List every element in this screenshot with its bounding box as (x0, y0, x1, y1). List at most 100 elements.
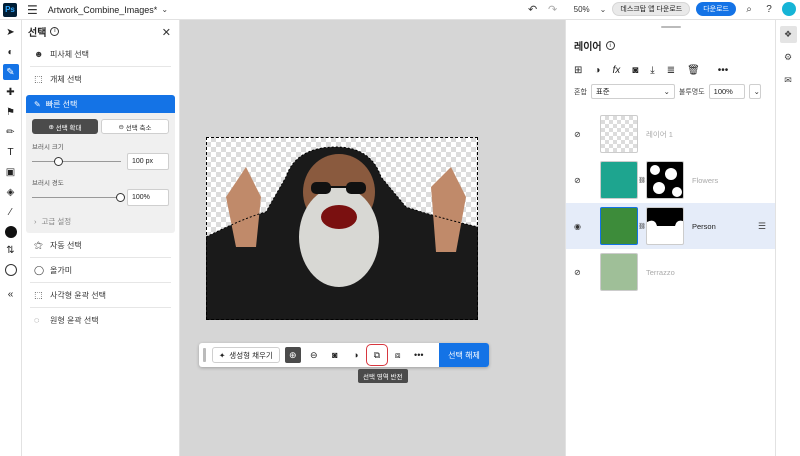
zoom-chevron-icon[interactable]: ⌄ (600, 5, 607, 14)
avatar[interactable] (782, 2, 796, 16)
hidden-eye-icon[interactable]: ⊘ (574, 268, 584, 277)
adjustment-layer-icon[interactable]: ◑ (594, 65, 600, 76)
generative-fill-button[interactable]: ✦ 생성형 채우기 (212, 347, 280, 363)
help-icon[interactable]: ? (762, 2, 776, 16)
advanced-settings-toggle[interactable]: › 고급 설정 (26, 206, 175, 227)
layer-row-selected[interactable]: ◉ ⛓ Person ☰ (566, 203, 776, 249)
select-subject-item[interactable]: ☻ 피사체 선택 (22, 42, 179, 66)
hamburger-menu-icon[interactable]: ☰ (27, 3, 38, 17)
comments-icon[interactable]: ✉ (780, 72, 797, 89)
desktop-app-download-button[interactable]: 데스크탑 앱 다운로드 (612, 2, 691, 16)
shape-tool-icon[interactable]: ◈ (3, 184, 19, 200)
fx-icon[interactable]: fx (612, 65, 620, 76)
layer-properties-icon[interactable]: ☰ (758, 221, 766, 232)
subtract-from-selection-button[interactable]: ⊖ 선택 축소 (101, 119, 169, 134)
add-to-selection-button[interactable]: ⊕ 선택 확대 (32, 119, 98, 134)
document-canvas[interactable] (206, 137, 478, 320)
invert-selection-icon[interactable]: ⧉ (365, 344, 388, 366)
document-title[interactable]: Artwork_Combine_Images* (48, 5, 158, 15)
info-icon[interactable]: i (605, 41, 615, 50)
lasso-icon: ◯ (34, 264, 45, 275)
layers-panel: 레이어 i ⊞ ◑ fx ◙ ⤓ ≣ 🗑 ••• 혼합 표준 ⌄ 불투명도 10… (565, 20, 776, 456)
hidden-eye-icon[interactable]: ⊘ (574, 176, 584, 185)
brush-size-row: 100 px (26, 151, 175, 170)
undo-icon[interactable]: ↶ (526, 3, 540, 16)
redo-icon[interactable]: ↷ (546, 3, 560, 16)
canvas-area[interactable]: ✦ 생성형 채우기 ⊕ ⊖ ◙ ◑ ⧉ ⧈ ••• 선택 해제 선택 영역 반전 (180, 20, 565, 456)
layer-stack-icon[interactable]: ≣ (667, 65, 675, 76)
opacity-chevron-icon[interactable]: ⌄ (748, 84, 761, 99)
blend-mode-select[interactable]: 표준 ⌄ (590, 84, 675, 99)
download-button[interactable]: 다운로드 (696, 2, 736, 16)
layer-row[interactable]: ⊘ 레이어 1 (566, 111, 776, 157)
zoom-level[interactable]: 50% (574, 5, 590, 14)
swap-colors-icon[interactable]: ⇅ (3, 242, 19, 258)
chevron-down-icon[interactable]: ⌄ (161, 5, 168, 14)
hardness-slider[interactable] (32, 193, 125, 202)
delete-icon[interactable]: 🗑 (687, 65, 700, 76)
search-icon[interactable]: ⌕ (742, 2, 756, 16)
magic-wand-item[interactable]: ⚝ 자동 선택 (22, 233, 179, 257)
brush-size-label: 브러시 크기 (32, 144, 64, 151)
layer-name: Terrazzo (646, 267, 675, 277)
transform-selection-icon[interactable]: ⧈ (390, 347, 406, 363)
image-tool-icon[interactable]: ▣ (3, 164, 19, 180)
text-tool-icon[interactable]: T (3, 144, 19, 160)
layer-row[interactable]: ⊘ Terrazzo (566, 249, 776, 295)
hardness-input[interactable]: 100% (127, 189, 169, 206)
hidden-eye-icon[interactable]: ⊘ (574, 130, 584, 139)
lasso-item[interactable]: ◯ 올가미 (22, 258, 179, 282)
quick-selection-section: ✎ 빠른 선택 ⊕ 선택 확대 ⊖ 선택 축소 브러시 크기 100 px 브러… (26, 95, 175, 233)
layers-panel-icon[interactable]: ❖ (779, 26, 797, 43)
link-icon[interactable]: ⛓ (638, 177, 646, 184)
foreground-color-swatch[interactable] (4, 226, 17, 238)
hardness-label: 브러시 경도 (32, 180, 64, 187)
deselect-button[interactable]: 선택 해제 (439, 343, 489, 367)
select-subject-label: 피사체 선택 (50, 49, 90, 59)
quick-selection-label: 빠른 선택 (45, 99, 78, 109)
healing-tool-icon[interactable]: ✚ (3, 84, 19, 100)
move-tool-icon[interactable]: ➤ (3, 24, 19, 40)
ellipse-marquee-label: 원형 윤곽 선택 (50, 315, 99, 325)
mask-icon[interactable]: ◙ (327, 347, 343, 363)
opacity-input[interactable]: 100% (708, 84, 745, 99)
brush-size-slider[interactable] (32, 157, 121, 166)
more-icon[interactable]: ••• (718, 65, 729, 76)
close-icon[interactable]: ✕ (162, 26, 171, 39)
brush-size-input[interactable]: 100 px (127, 153, 169, 170)
eyedropper-icon[interactable]: ⁄ (3, 204, 19, 220)
more-options-icon[interactable]: ••• (411, 347, 427, 363)
mask-layer-icon[interactable]: ◙ (632, 65, 638, 76)
adjustment-icon[interactable]: ◑ (348, 347, 364, 363)
subtract-selection-icon[interactable]: ⊖ (306, 347, 322, 363)
quick-select-icon: ✎ (34, 99, 41, 109)
background-color-swatch[interactable] (4, 264, 17, 276)
add-selection-icon[interactable]: ⊕ (284, 347, 301, 363)
brush-tool-icon[interactable]: ✏ (3, 124, 19, 140)
brush-size-slider-handle[interactable] (53, 157, 63, 166)
quick-selection-item[interactable]: ✎ 빠른 선택 (26, 95, 175, 113)
rect-marquee-item[interactable]: ⬚ 사각형 윤곽 선택 (22, 283, 179, 307)
rect-marquee-label: 사각형 윤곽 선택 (50, 290, 106, 300)
layer-thumbnail (600, 115, 638, 153)
add-layer-icon[interactable]: ⊞ (574, 65, 582, 76)
info-icon[interactable]: i (50, 26, 60, 36)
hardness-slider-handle[interactable] (116, 193, 125, 202)
layer-mask-thumbnail[interactable] (646, 161, 684, 199)
eye-icon[interactable]: ◉ (574, 222, 584, 231)
place-image-icon[interactable]: ⤓ (650, 65, 654, 76)
properties-panel-icon[interactable]: ⚙ (780, 49, 797, 66)
object-select-item[interactable]: ⬚ 개체 선택 (22, 67, 179, 91)
layer-row[interactable]: ⊘ ⛓ Flowers (566, 157, 776, 203)
collapse-toolbar-icon[interactable]: « (3, 286, 19, 302)
drag-handle[interactable] (203, 348, 206, 362)
quick-selection-tool-icon[interactable]: ✎ (2, 64, 19, 80)
subject-tool-icon[interactable]: ◐ (3, 44, 19, 60)
layers-title: 레이어 (574, 42, 602, 53)
layer-mask-thumbnail[interactable] (646, 207, 684, 245)
tool-bar: ➤ ◐ ✎ ✚ ⚑ ✏ T ▣ ◈ ⁄ ⇅ « (0, 20, 22, 456)
tooltip: 선택 영역 반전 (358, 369, 408, 383)
clone-stamp-icon[interactable]: ⚑ (3, 104, 19, 120)
link-icon[interactable]: ⛓ (638, 223, 646, 230)
ellipse-marquee-item[interactable]: ◌ 원형 윤곽 선택 (22, 308, 179, 332)
